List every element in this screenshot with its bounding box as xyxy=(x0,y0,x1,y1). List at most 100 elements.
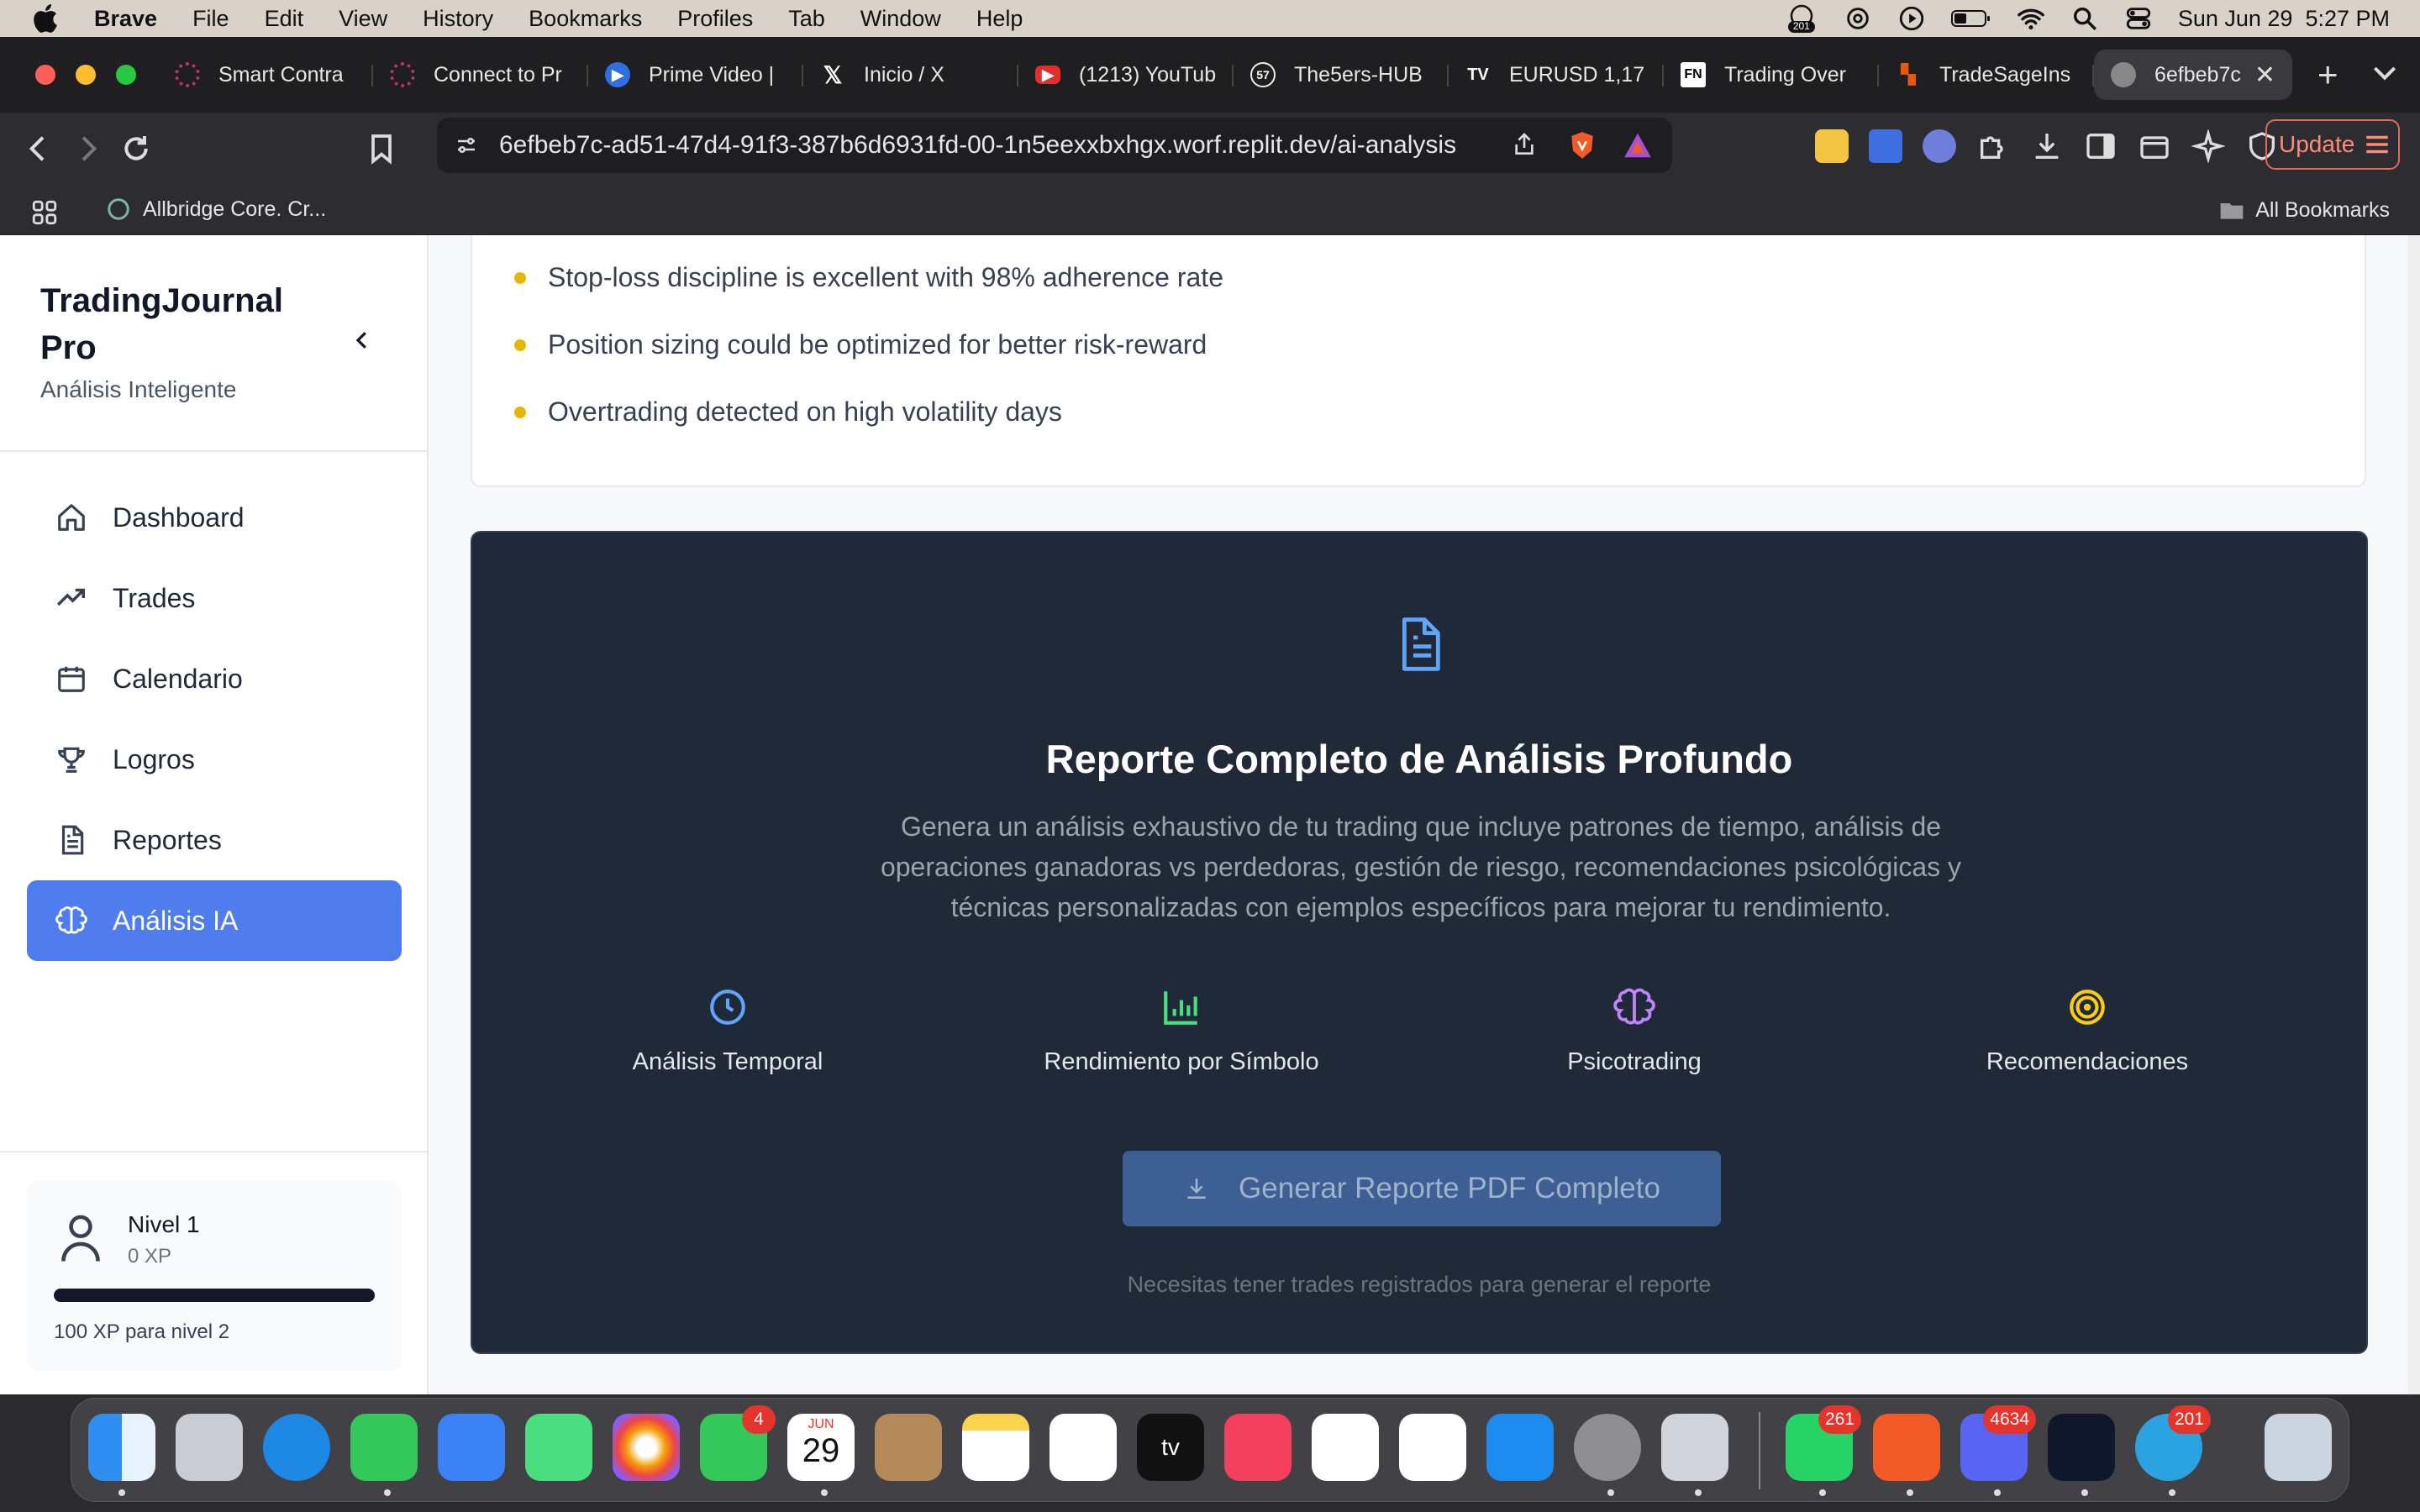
menu-help[interactable]: Help xyxy=(976,6,1023,32)
bookmark-icon[interactable] xyxy=(365,132,398,165)
control-center-icon[interactable] xyxy=(2124,4,2153,33)
tab-youtube[interactable]: ▶ (1213) YouTub xyxy=(1018,50,1234,100)
sidebar-item-logros[interactable]: Logros xyxy=(27,719,402,800)
play-icon[interactable] xyxy=(1897,4,1926,33)
maps-icon[interactable] xyxy=(525,1414,592,1481)
apps-grid-icon[interactable] xyxy=(30,198,59,227)
tab-active-replit[interactable]: 6efbeb7c ✕ xyxy=(2094,50,2292,100)
music-icon[interactable] xyxy=(1224,1414,1292,1481)
news-icon[interactable] xyxy=(1312,1414,1379,1481)
apple-tv-icon[interactable]: tv xyxy=(1137,1414,1204,1481)
running-indicator xyxy=(1907,1489,1913,1496)
notification-counter-icon[interactable]: 201 xyxy=(1785,4,1818,33)
url-text: 6efbeb7c-ad51-47d4-91f3-387b6d6931fd-00-… xyxy=(499,131,1457,159)
chevron-left-icon[interactable] xyxy=(350,328,375,353)
menu-bookmarks[interactable]: Bookmarks xyxy=(529,6,642,32)
brave-shields-icon[interactable] xyxy=(1566,129,1598,161)
chevron-down-icon[interactable] xyxy=(2368,55,2402,89)
generate-pdf-button[interactable]: Generar Reporte PDF Completo xyxy=(1123,1151,1721,1226)
zoom-window-button[interactable] xyxy=(116,65,136,85)
update-button[interactable]: Update xyxy=(2265,119,2400,170)
whatsapp-icon[interactable]: 261 xyxy=(1786,1405,1861,1481)
menu-view[interactable]: View xyxy=(339,6,387,32)
calendar-icon[interactable]: JUN 29 xyxy=(787,1414,855,1481)
user-icon xyxy=(61,1215,100,1262)
iphone-mirroring-icon[interactable] xyxy=(1661,1414,1728,1481)
tab-eurusd[interactable]: TV EURUSD 1,17 xyxy=(1449,50,1664,100)
tab-the5ers[interactable]: 57 The5ers-HUB xyxy=(1234,50,1449,100)
apple-icon[interactable] xyxy=(30,2,64,35)
messages-icon[interactable] xyxy=(350,1414,418,1481)
sidebar-item-analisis-ia[interactable]: Análisis IA xyxy=(27,880,402,961)
vscode-icon[interactable] xyxy=(2048,1414,2115,1481)
spotlight-search-icon[interactable] xyxy=(2070,4,2099,33)
bookmark-allbridge[interactable]: Allbridge Core. Cr... xyxy=(106,197,326,222)
contacts-icon[interactable] xyxy=(875,1414,942,1481)
site-settings-icon[interactable] xyxy=(454,133,479,158)
menu-profiles[interactable]: Profiles xyxy=(677,6,753,32)
sidebar-toggle-icon[interactable] xyxy=(2084,129,2118,163)
reload-icon[interactable] xyxy=(119,132,153,165)
menu-file[interactable]: File xyxy=(192,6,229,32)
minimize-window-button[interactable] xyxy=(76,65,96,85)
menu-app-name[interactable]: Brave xyxy=(94,6,157,32)
close-tab-icon[interactable]: ✕ xyxy=(2254,60,2275,90)
puzzle-extensions-icon[interactable] xyxy=(1976,129,2010,163)
tab-x[interactable]: 𝕏 Inicio / X xyxy=(803,50,1018,100)
download-icon[interactable] xyxy=(2030,129,2064,163)
menubar-clock[interactable]: Sun Jun 29 5:27 PM xyxy=(2178,6,2390,32)
notes-icon[interactable] xyxy=(962,1414,1029,1481)
sidebar-item-trades[interactable]: Trades xyxy=(27,558,402,638)
photos-icon[interactable] xyxy=(613,1414,680,1481)
leo-ai-icon[interactable] xyxy=(2191,129,2225,163)
address-bar[interactable]: 6efbeb7c-ad51-47d4-91f3-387b6d6931fd-00-… xyxy=(437,118,1672,173)
discord-icon[interactable]: 4634 xyxy=(1960,1405,2036,1481)
tab-title: (1213) YouTub xyxy=(1079,62,1217,87)
page-scrollbar[interactable] xyxy=(2408,235,2420,1394)
all-bookmarks-label: All Bookmarks xyxy=(2255,197,2390,222)
facetime-icon[interactable]: 4 xyxy=(700,1405,776,1481)
target-icon xyxy=(2070,990,2105,1025)
launchpad-icon[interactable] xyxy=(176,1414,243,1481)
brave-rewards-icon[interactable] xyxy=(1622,129,1654,161)
telegram-icon[interactable]: 201 xyxy=(2135,1405,2211,1481)
tab-smart-contracts[interactable]: Smart Contra xyxy=(158,50,373,100)
extension-face-icon[interactable] xyxy=(1815,129,1849,163)
tab-title: TradeSageIns xyxy=(1939,62,2071,87)
menu-history[interactable]: History xyxy=(423,6,493,32)
menu-edit[interactable]: Edit xyxy=(265,6,304,32)
sidebar-item-reportes[interactable]: Reportes xyxy=(27,800,402,880)
tab-trading-overview[interactable]: FN Trading Over xyxy=(1664,50,1879,100)
tab-prime-video[interactable]: ▶ Prime Video | xyxy=(588,50,803,100)
new-tab-button[interactable]: + xyxy=(2317,55,2338,95)
freeform-icon[interactable] xyxy=(1050,1414,1117,1481)
sidebar-item-dashboard[interactable]: Dashboard xyxy=(27,477,402,558)
menu-tab[interactable]: Tab xyxy=(788,6,825,32)
all-bookmarks-button[interactable]: All Bookmarks xyxy=(2218,197,2390,223)
app-store-icon[interactable] xyxy=(1486,1414,1554,1481)
battery-icon[interactable] xyxy=(1950,8,1991,29)
close-window-button[interactable] xyxy=(35,65,55,85)
tab-title: Trading Over xyxy=(1724,62,1846,87)
forward-icon[interactable] xyxy=(71,132,104,165)
tab-connect[interactable]: Connect to Pr xyxy=(373,50,588,100)
sidebar-item-calendario[interactable]: Calendario xyxy=(27,638,402,719)
trash-icon[interactable] xyxy=(2265,1414,2332,1481)
chatgpt-icon[interactable] xyxy=(1844,4,1872,33)
wifi-icon[interactable] xyxy=(2017,4,2045,33)
mail-icon[interactable] xyxy=(438,1414,505,1481)
tab-tradesage[interactable]: ▚ TradeSageIns xyxy=(1879,50,2094,100)
extension-wallet-icon[interactable] xyxy=(1923,129,1956,163)
divider xyxy=(0,450,429,452)
share-icon[interactable] xyxy=(1511,131,1538,158)
extension-blue-icon[interactable] xyxy=(1869,129,1902,163)
reminders-icon[interactable] xyxy=(1399,1414,1466,1481)
back-icon[interactable] xyxy=(22,132,55,165)
brave-icon[interactable] xyxy=(1873,1414,1940,1481)
menu-window[interactable]: Window xyxy=(860,6,941,32)
wallet-icon[interactable] xyxy=(2138,129,2171,163)
finder-icon[interactable] xyxy=(88,1414,155,1481)
system-settings-icon[interactable] xyxy=(1574,1414,1641,1481)
safari-icon[interactable] xyxy=(263,1414,330,1481)
brand-subtitle: Análisis Inteligente xyxy=(40,376,237,402)
